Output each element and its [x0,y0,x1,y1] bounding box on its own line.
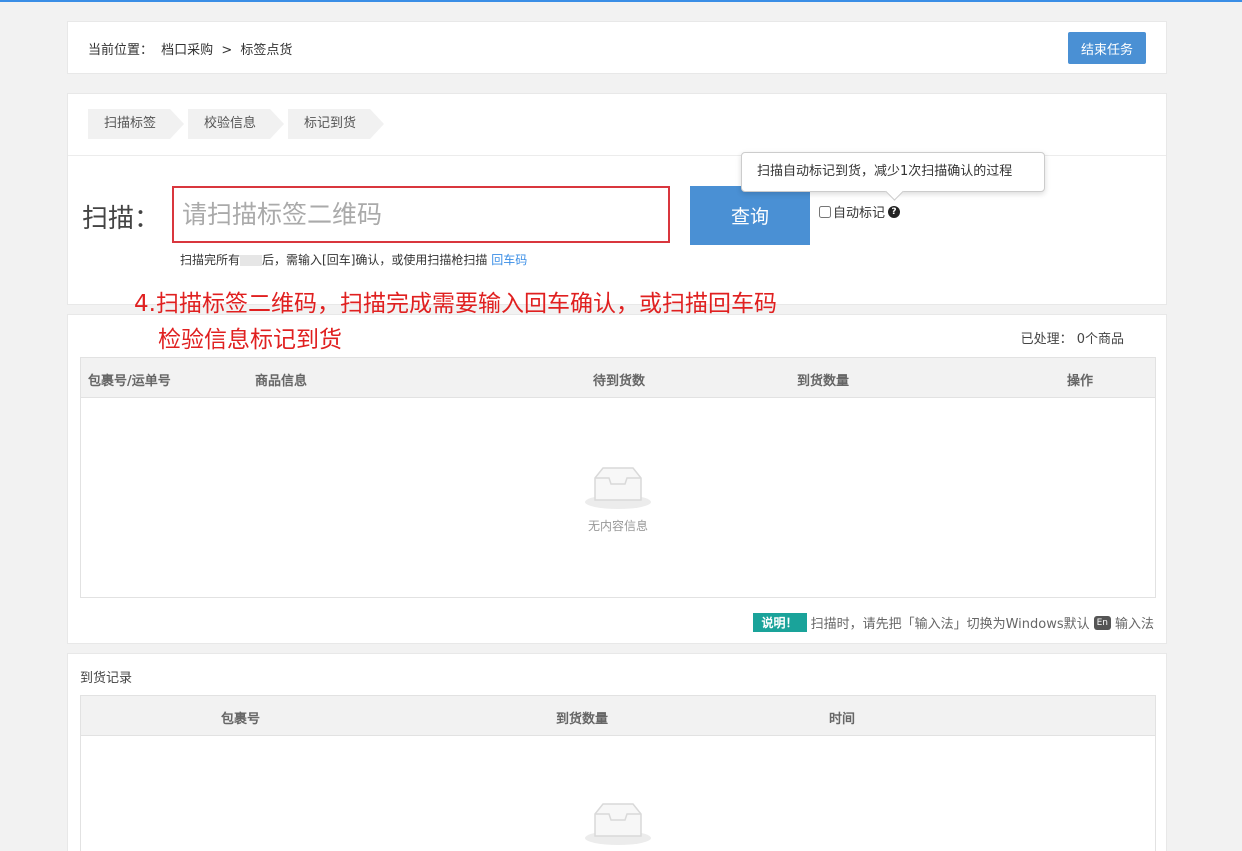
enter-code-link[interactable]: 回车码 [491,253,527,267]
scan-label: 扫描： [82,204,161,234]
note-badge: 说明！ [752,613,807,632]
scan-card: 扫描标签 校验信息 标记到货 扫描： 查询 扫描自动标记到货，减少1次扫描确认的… [67,93,1167,305]
processed-value: 0个商品 [1076,332,1124,347]
column-header-package: 包裹号 [221,712,261,727]
breadcrumb-separator: > [221,43,233,58]
breadcrumb-item-current: 标签点货 [240,43,293,58]
step-indicator: 扫描标签 校验信息 标记到货 [88,109,388,139]
note-text-2: 输入法 [1114,617,1154,632]
question-icon[interactable]: ? [888,205,901,218]
column-header-goods-info: 商品信息 [255,374,308,389]
table-header: 包裹号/运单号 商品信息 待到货数 到货数量 操作 [81,358,1155,398]
hint-text-before: 扫描完所有 [180,253,241,267]
en-keyboard-icon: En [1093,615,1111,630]
scan-input[interactable] [172,186,670,243]
step-scan-label: 扫描标签 [88,109,185,139]
auto-mark-label: 自动标记 [833,206,886,221]
column-header-package-no: 包裹号/运单号 [88,374,171,389]
input-method-note: 说明！ 扫描时，请先把「输入法」切换为Windows默认 En 输入法 [752,613,1154,632]
step-mark-arrival: 标记到货 [288,109,385,139]
goods-table: 包裹号/运单号 商品信息 待到货数 到货数量 操作 无内容信息 [80,357,1156,598]
column-header-arrived-qty: 到货数量 [797,374,850,389]
auto-mark-checkbox[interactable] [819,205,831,218]
breadcrumb-item-purchase[interactable]: 档口采购 [161,43,213,58]
records-table: 包裹号 到货数量 时间 [80,695,1156,851]
column-header-time: 时间 [829,712,856,727]
query-button[interactable]: 查询 [690,186,810,245]
annotation-line-2: 检验信息标记到货 [158,327,342,353]
column-header-pending-qty: 待到货数 [593,374,646,389]
processed-label: 已处理： [1020,332,1073,347]
processed-count: 已处理： 0个商品 [1021,328,1124,347]
top-accent-bar [0,0,1242,2]
hint-text-after: 后，需输入[回车]确认，或使用扫描枪扫描 [262,253,488,267]
auto-mark-option[interactable]: 自动标记 ? [819,202,901,221]
step-verify-info: 校验信息 [188,109,285,139]
breadcrumb-card: 当前位置： 档口采购 > 标签点货 结束任务 [67,21,1167,74]
records-title: 到货记录 [80,671,133,686]
scan-hint: 扫描完所有 后，需输入[回车]确认，或使用扫描枪扫描 回车码 [180,251,527,268]
breadcrumb-prefix: 当前位置： [88,43,154,58]
empty-inbox-icon [585,467,651,509]
table-header: 包裹号 到货数量 时间 [81,696,1155,736]
note-text-1: 扫描时，请先把「输入法」切换为Windows默认 [810,617,1090,632]
redacted-block [240,255,263,266]
empty-state [81,800,1155,849]
column-header-arrived-qty: 到货数量 [556,712,609,727]
breadcrumb: 当前位置： 档口采购 > 标签点货 [88,39,296,58]
auto-mark-tooltip: 扫描自动标记到货，减少1次扫描确认的过程 [741,152,1045,192]
empty-state: 无内容信息 [81,464,1155,534]
annotation-line-1: 4.扫描标签二维码，扫描完成需要输入回车确认，或扫描回车码 [134,291,777,317]
end-task-button[interactable]: 结束任务 [1068,32,1146,64]
goods-card: 已处理： 0个商品 包裹号/运单号 商品信息 待到货数 到货数量 操作 无内容信… [67,314,1167,644]
empty-inbox-icon [585,803,651,845]
column-header-action: 操作 [1067,374,1094,389]
empty-text: 无内容信息 [587,519,648,533]
arrival-records-card: 到货记录 包裹号 到货数量 时间 [67,653,1167,851]
